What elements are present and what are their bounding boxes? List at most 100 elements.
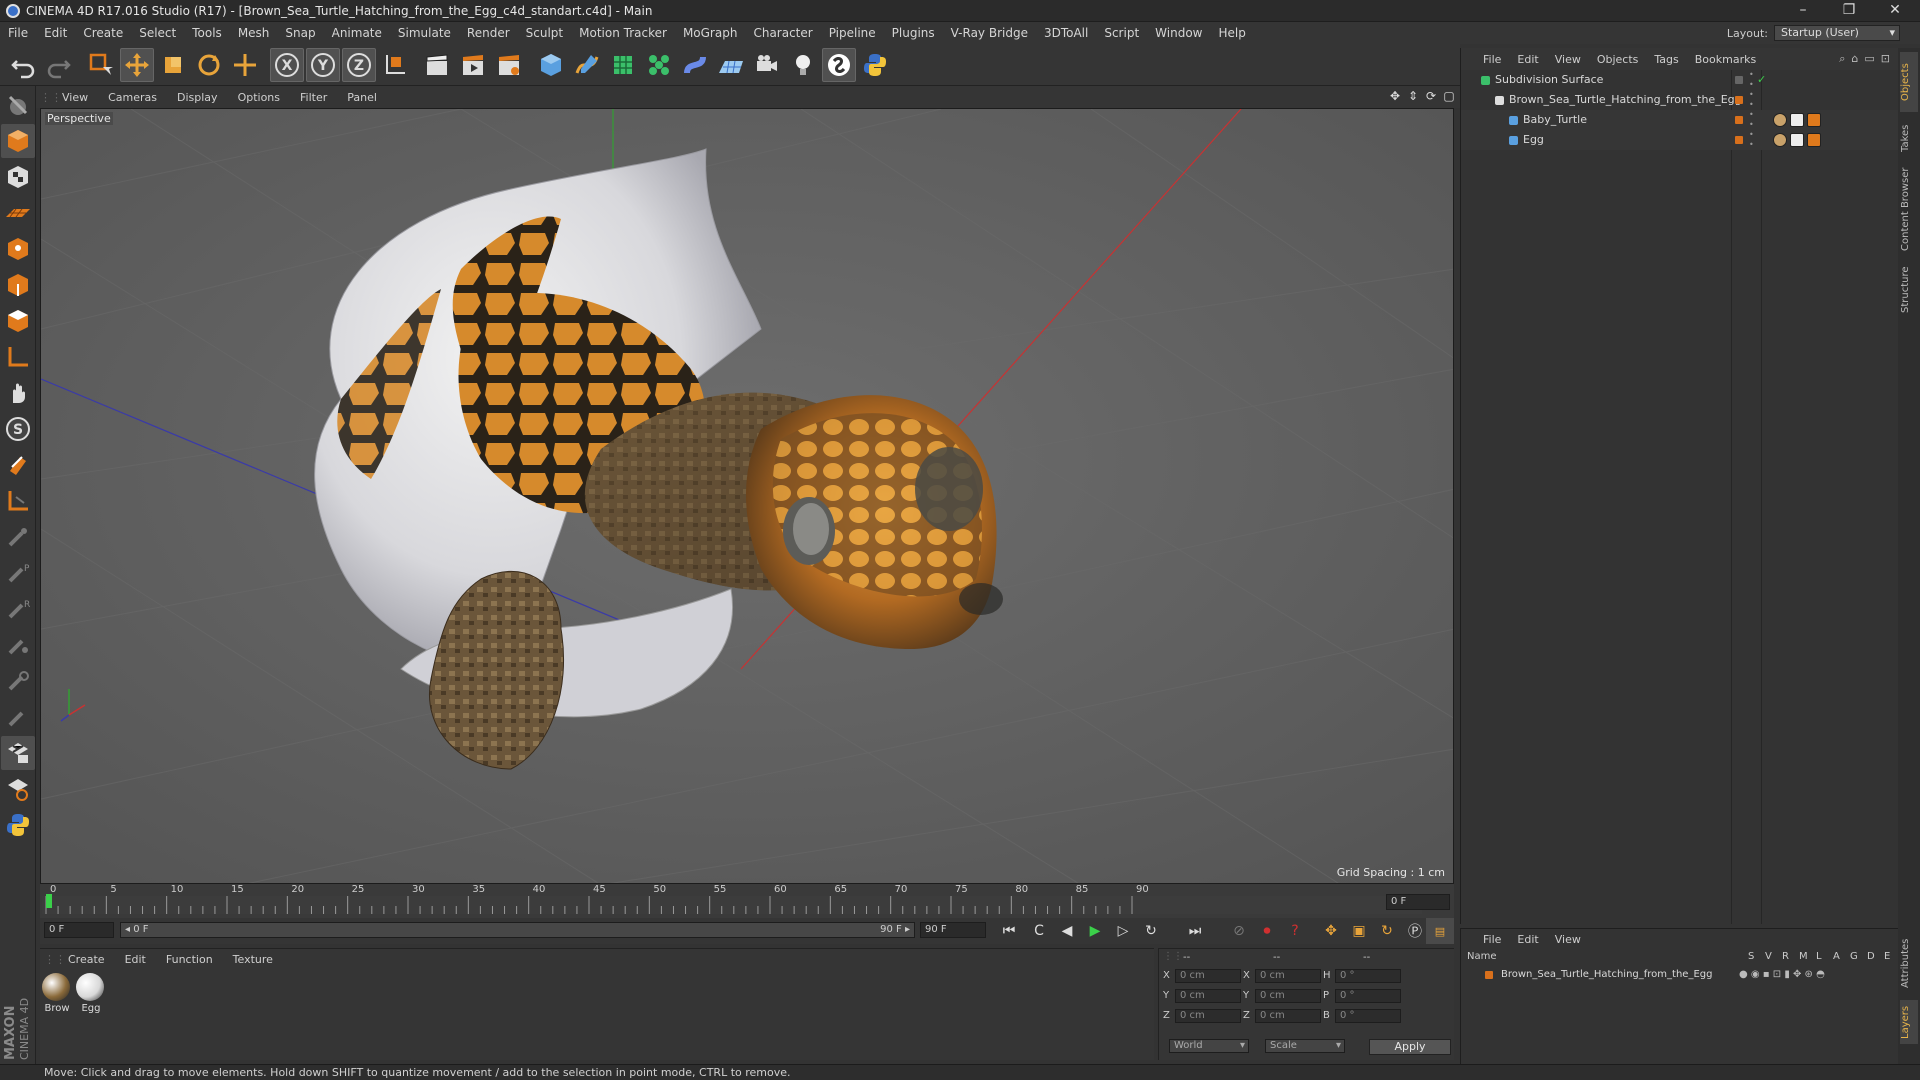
menu-snap[interactable]: Snap	[277, 22, 323, 44]
make-editable-button[interactable]	[1, 88, 35, 122]
object-menu-view[interactable]: View	[1547, 53, 1589, 66]
coord-mode-dropdown[interactable]: Scale ▾	[1265, 1039, 1345, 1053]
menu-select[interactable]: Select	[131, 22, 184, 44]
sculpt-brush-1-button[interactable]	[1, 520, 35, 554]
layer-menu-edit[interactable]: Edit	[1509, 933, 1546, 946]
minimize-button[interactable]: –	[1780, 0, 1826, 22]
record-active-objects-button[interactable]: ⏺	[1255, 920, 1279, 942]
tweak-mode-button[interactable]	[1, 376, 35, 410]
model-mode-button[interactable]	[1, 124, 35, 158]
menu-edit[interactable]: Edit	[36, 22, 75, 44]
live-selection-button[interactable]	[84, 48, 118, 82]
key-position-button[interactable]: ✥	[1319, 920, 1343, 942]
enabled-check-icon[interactable]: ✓	[1757, 70, 1766, 90]
edges-mode-button[interactable]	[1, 268, 35, 302]
sculpt-brush-3-button[interactable]: R	[1, 592, 35, 626]
visibility-dots-icon[interactable]: • •	[1749, 130, 1754, 150]
side-tab-structure[interactable]: Structure	[1900, 260, 1918, 320]
add-light-button[interactable]	[786, 48, 820, 82]
go-to-end-button[interactable]: ⏭	[1183, 920, 1207, 942]
menu-motion-tracker[interactable]: Motion Tracker	[571, 22, 675, 44]
object-layer-swatch[interactable]	[1735, 96, 1743, 104]
material-menu-edit[interactable]: Edit	[115, 953, 156, 966]
snapping-button[interactable]: S	[1, 412, 35, 446]
zoom-icon[interactable]: ⇕	[1406, 89, 1420, 103]
menu-sculpt[interactable]: Sculpt	[518, 22, 571, 44]
object-row[interactable]: Egg • •	[1461, 130, 1899, 150]
undo-button[interactable]	[6, 48, 40, 82]
menu-pipeline[interactable]: Pipeline	[821, 22, 884, 44]
add-deformer-button[interactable]	[678, 48, 712, 82]
menu-create[interactable]: Create	[75, 22, 131, 44]
coord-value-field[interactable]: 0 cm	[1255, 969, 1321, 983]
x-axis-lock-button[interactable]: X	[270, 47, 304, 82]
material-tag-icon[interactable]	[1773, 113, 1787, 127]
z-axis-lock-button[interactable]: Z	[342, 47, 376, 82]
texture-tag-icon[interactable]	[1790, 133, 1804, 147]
rotate-tool-button[interactable]	[192, 48, 226, 82]
texture-mode-button[interactable]	[1, 160, 35, 194]
layer-flags-icons[interactable]: ● ◉ ▪ ⊡ ▮ ✥ ⊛ ◓	[1739, 967, 1825, 983]
object-menu-tags[interactable]: Tags	[1646, 53, 1686, 66]
frame-range-slider[interactable]: ◂ 0 F 90 F ▸	[120, 922, 915, 938]
apply-button[interactable]: Apply	[1369, 1039, 1451, 1055]
go-to-start-button[interactable]: ⏮	[997, 920, 1021, 942]
object-menu-objects[interactable]: Objects	[1589, 53, 1647, 66]
menu-character[interactable]: Character	[745, 22, 820, 44]
material-tag-icon[interactable]	[1773, 133, 1787, 147]
play-button[interactable]: ▶	[1083, 920, 1107, 942]
sculpt-brush-6-button[interactable]	[1, 700, 35, 734]
viewport-menu-view[interactable]: View	[52, 91, 98, 104]
perspective-viewport[interactable]: Perspective Grid Spacing : 1 cm	[40, 108, 1454, 884]
coord-value-field[interactable]: 0 cm	[1255, 1009, 1321, 1023]
object-layer-swatch[interactable]	[1735, 136, 1743, 144]
coord-value-field[interactable]: 0 cm	[1175, 989, 1241, 1003]
menu-3dtoall[interactable]: 3DToAll	[1036, 22, 1096, 44]
coord-value-field[interactable]: 0 °	[1335, 1009, 1401, 1023]
workplane-axis-button[interactable]	[1, 484, 35, 518]
end-frame-field[interactable]: 90 F	[920, 922, 986, 938]
scale-tool-button[interactable]	[156, 48, 190, 82]
visibility-dots-icon[interactable]: • •	[1749, 110, 1754, 130]
viewport-menu-filter[interactable]: Filter	[290, 91, 337, 104]
maximize-view-icon[interactable]: ▢	[1442, 89, 1456, 103]
search-icon[interactable]: ⌕	[1839, 52, 1845, 66]
previous-frame-button[interactable]: ◀	[1055, 920, 1079, 942]
y-axis-lock-button[interactable]: Y	[306, 47, 340, 82]
redo-button[interactable]	[42, 48, 76, 82]
menu-help[interactable]: Help	[1210, 22, 1253, 44]
object-menu-edit[interactable]: Edit	[1509, 53, 1546, 66]
material-swatch[interactable]: Egg	[76, 973, 106, 1014]
menu-script[interactable]: Script	[1096, 22, 1147, 44]
python-script-button[interactable]	[858, 48, 892, 82]
menu-animate[interactable]: Animate	[324, 22, 390, 44]
menu-file[interactable]: File	[0, 22, 36, 44]
python-console-button[interactable]	[1, 808, 35, 842]
phong-tag-icon[interactable]	[1807, 113, 1821, 127]
visibility-dots-icon[interactable]: • •	[1749, 70, 1754, 90]
move-tool-button[interactable]	[120, 47, 154, 82]
start-frame-field[interactable]: 0 F	[44, 922, 114, 938]
object-layer-swatch[interactable]	[1735, 116, 1743, 124]
record-off-button[interactable]: ⊘	[1227, 920, 1251, 942]
render-to-picture-viewer-button[interactable]	[456, 48, 490, 82]
close-button[interactable]: ✕	[1872, 0, 1918, 22]
visibility-dots-icon[interactable]: • •	[1749, 90, 1754, 110]
previous-key-button[interactable]: C	[1027, 920, 1051, 942]
3dtoall-button[interactable]	[822, 47, 856, 82]
magnet-tool-button[interactable]	[1, 448, 35, 482]
next-frame-button[interactable]: ▷	[1111, 920, 1135, 942]
layer-menu-view[interactable]: View	[1547, 933, 1589, 946]
loop-button[interactable]: ↻	[1139, 920, 1163, 942]
menu-mograph[interactable]: MoGraph	[675, 22, 746, 44]
workplane-mode-button[interactable]	[1, 196, 35, 230]
side-tab-objects[interactable]: Objects	[1900, 52, 1918, 112]
points-mode-button[interactable]	[1, 232, 35, 266]
home-icon[interactable]: ⌂	[1851, 52, 1858, 66]
add-camera-button[interactable]	[750, 48, 784, 82]
orbit-icon[interactable]: ⟳	[1424, 89, 1438, 103]
key-scale-button[interactable]: ▣	[1347, 920, 1371, 942]
viewport-menu-panel[interactable]: Panel	[337, 91, 387, 104]
object-layer-swatch[interactable]	[1735, 76, 1743, 84]
paint-mode-button[interactable]	[1, 736, 35, 770]
